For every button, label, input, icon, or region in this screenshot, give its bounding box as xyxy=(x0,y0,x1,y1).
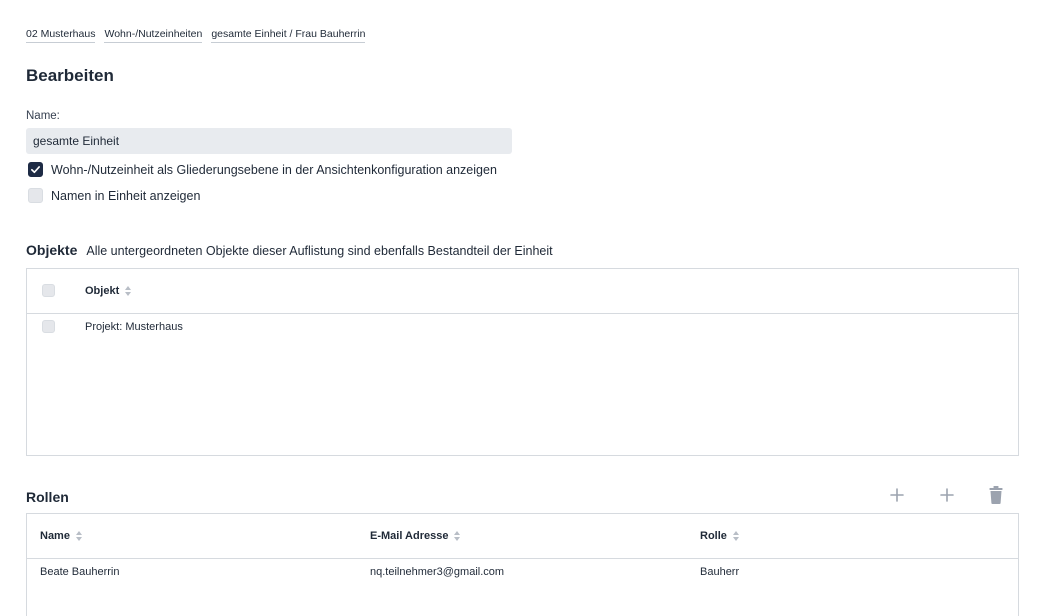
column-header-objekt-label: Objekt xyxy=(85,285,120,297)
column-header-rolle-label: Rolle xyxy=(700,530,727,542)
objekte-title: Objekte xyxy=(26,242,78,258)
breadcrumb-item-current[interactable]: gesamte Einheit / Frau Bauherrin xyxy=(211,28,366,43)
checkbox-gliederung[interactable] xyxy=(28,162,43,177)
checkmark-icon xyxy=(31,166,40,174)
sort-icon xyxy=(125,286,132,296)
sort-icon xyxy=(732,531,739,541)
checkbox-namen[interactable] xyxy=(28,188,43,203)
objekte-table: Objekt Projekt: Musterhaus xyxy=(26,268,1019,456)
sort-icon xyxy=(454,531,461,541)
breadcrumb-item-units[interactable]: Wohn-/Nutzeinheiten xyxy=(104,28,203,43)
checkbox-gliederung-label: Wohn-/Nutzeinheit als Gliederungsebene i… xyxy=(51,162,497,177)
name-input[interactable] xyxy=(26,128,512,154)
add-person-icon[interactable] xyxy=(936,484,958,506)
rolle-cell: Bauherr xyxy=(700,566,740,578)
sort-icon xyxy=(75,531,82,541)
column-header-name-label: Name xyxy=(40,530,70,542)
email-cell: nq.teilnehmer3@gmail.com xyxy=(370,566,505,578)
objekte-heading: Objekte Alle untergeordneten Objekte die… xyxy=(26,242,553,258)
checkbox-row-namen[interactable]: Namen in Einheit anzeigen xyxy=(28,188,200,203)
row-checkbox[interactable] xyxy=(42,320,55,333)
column-header-rolle[interactable]: Rolle xyxy=(700,514,739,558)
rollen-title: Rollen xyxy=(26,489,69,505)
objekte-table-header: Objekt xyxy=(27,269,1018,314)
objekte-description: Alle untergeordneten Objekte dieser Aufl… xyxy=(86,244,553,258)
column-header-objekt[interactable]: Objekt xyxy=(85,269,132,313)
edit-page: 02 Musterhaus Wohn-/Nutzeinheiten gesamt… xyxy=(0,0,1044,616)
select-all-checkbox[interactable] xyxy=(42,284,55,297)
rollen-table: Name E-Mail Adresse Rolle Beate Bauherri… xyxy=(26,513,1019,616)
table-row[interactable]: Projekt: Musterhaus xyxy=(27,314,1018,340)
table-row[interactable]: Beate Bauherrin nq.teilnehmer3@gmail.com… xyxy=(27,559,1018,585)
trash-icon[interactable] xyxy=(985,484,1007,506)
rollen-heading: Rollen xyxy=(26,489,69,505)
column-header-name[interactable]: Name xyxy=(40,514,82,558)
name-cell: Beate Bauherrin xyxy=(40,566,120,578)
breadcrumb-item-project[interactable]: 02 Musterhaus xyxy=(26,28,96,43)
column-header-email-label: E-Mail Adresse xyxy=(370,530,449,542)
breadcrumb: 02 Musterhaus Wohn-/Nutzeinheiten gesamt… xyxy=(26,28,366,43)
checkbox-namen-label: Namen in Einheit anzeigen xyxy=(51,188,201,203)
rollen-table-header: Name E-Mail Adresse Rolle xyxy=(27,514,1018,559)
objekt-cell: Projekt: Musterhaus xyxy=(85,321,183,333)
checkbox-row-gliederung[interactable]: Wohn-/Nutzeinheit als Gliederungsebene i… xyxy=(28,162,497,177)
add-role-icon[interactable] xyxy=(886,484,908,506)
name-label: Name: xyxy=(26,110,60,122)
column-header-email[interactable]: E-Mail Adresse xyxy=(370,514,461,558)
page-title: Bearbeiten xyxy=(26,66,114,85)
